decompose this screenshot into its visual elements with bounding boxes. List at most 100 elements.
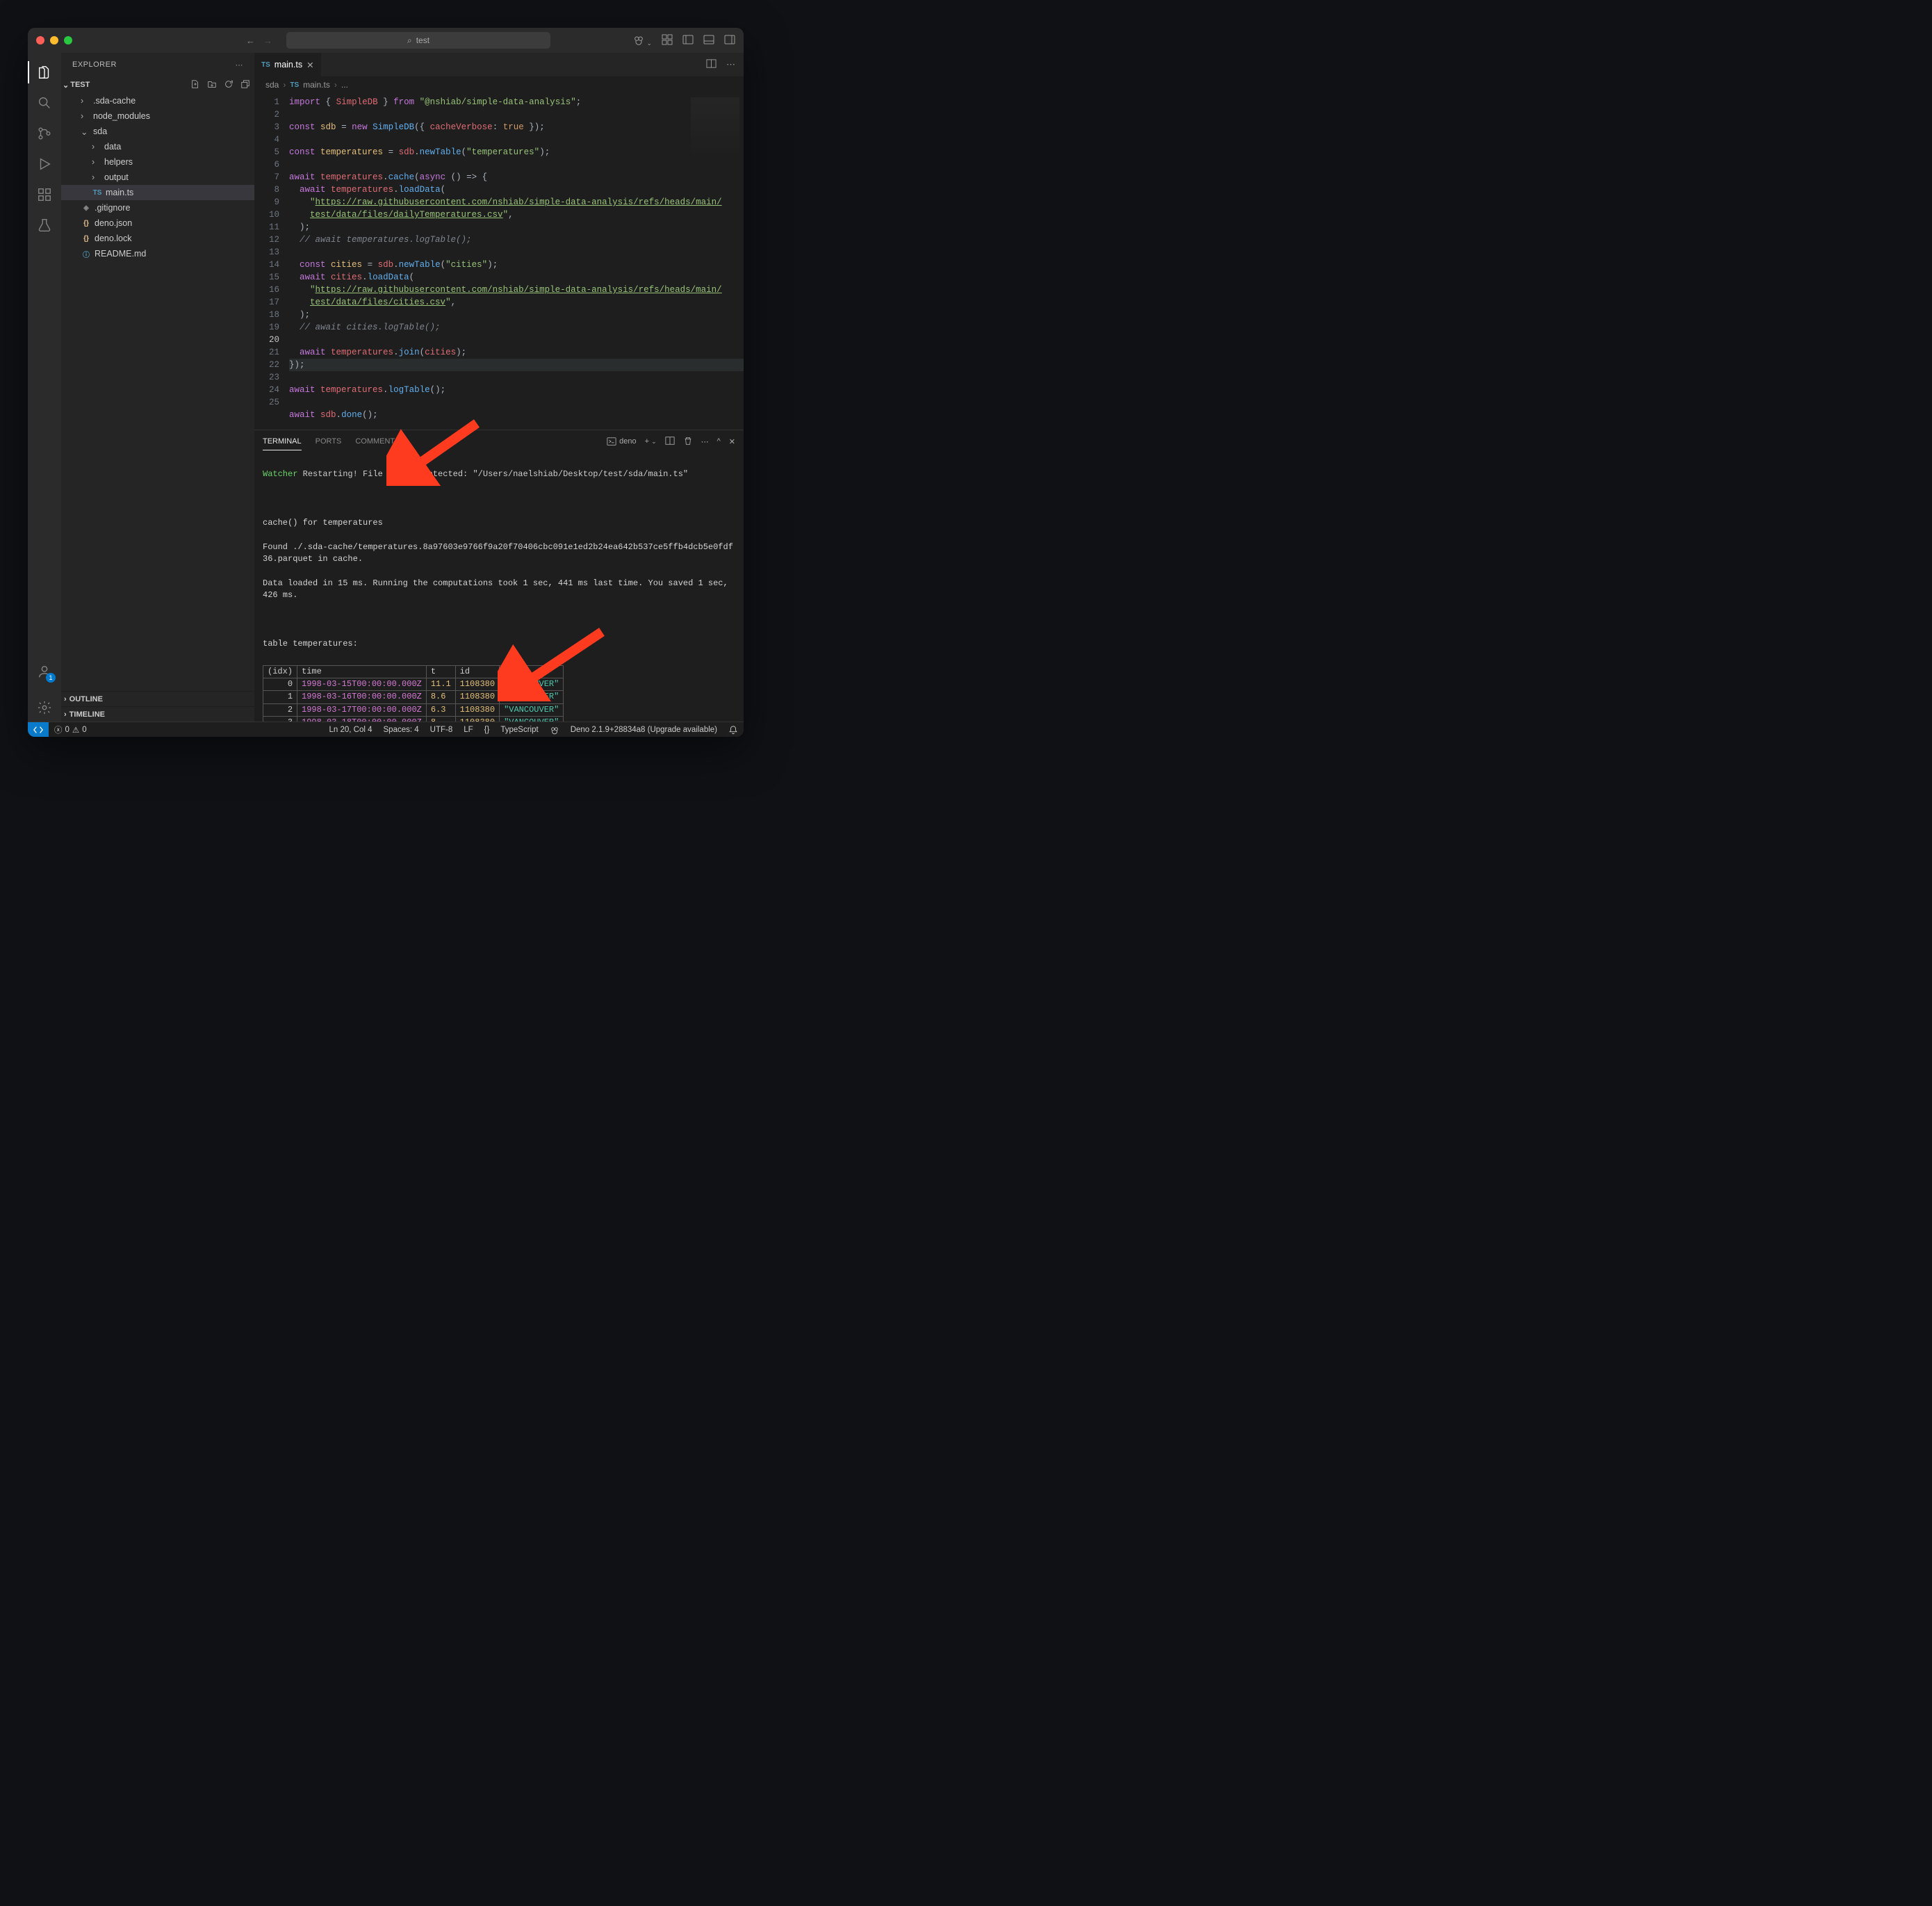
activity-scm-icon[interactable] <box>28 120 61 147</box>
close-window-button[interactable] <box>36 36 44 44</box>
panel-tab-terminal[interactable]: TERMINAL <box>263 437 302 450</box>
activity-bar: 1 <box>28 53 61 722</box>
ts-file-icon: TS <box>261 61 270 69</box>
search-text: test <box>416 35 429 45</box>
tab-main-ts[interactable]: TS main.ts ✕ <box>254 53 322 76</box>
cursor-position[interactable]: Ln 20, Col 4 <box>323 725 377 735</box>
problems-status[interactable]: ⓧ0 ⚠0 <box>49 724 92 735</box>
chevron-right-icon <box>92 142 101 152</box>
command-center-search[interactable]: ⌕ test <box>286 32 550 49</box>
notifications-icon[interactable] <box>723 725 744 735</box>
ts-file-icon: TS <box>290 81 299 89</box>
tree-item-sda[interactable]: sda <box>61 124 254 139</box>
timeline-label: TIMELINE <box>69 710 105 719</box>
split-editor-icon[interactable] <box>706 58 717 71</box>
nav-back-icon[interactable]: ← <box>246 35 255 46</box>
window-controls <box>36 36 72 44</box>
maximize-panel-icon[interactable]: ^ <box>717 437 721 446</box>
maximize-window-button[interactable] <box>64 36 72 44</box>
chevron-right-icon <box>92 172 101 182</box>
timeline-section[interactable]: TIMELINE <box>61 706 254 722</box>
minimap[interactable] <box>691 97 739 160</box>
nav-forward-icon[interactable]: → <box>263 35 272 46</box>
crumb-file[interactable]: main.ts <box>303 80 330 90</box>
indent-status[interactable]: Spaces: 4 <box>378 725 425 735</box>
layout-grid-icon[interactable] <box>662 34 673 47</box>
activity-debug-icon[interactable] <box>28 150 61 178</box>
nav-arrows: ← → <box>246 35 272 46</box>
tree-item-output[interactable]: output <box>61 170 254 185</box>
encoding-status[interactable]: UTF-8 <box>425 725 459 735</box>
tree-item-data[interactable]: data <box>61 139 254 154</box>
deno-version[interactable]: Deno 2.1.9+28834a8 (Upgrade available) <box>565 725 723 735</box>
breadcrumb[interactable]: sda › TS main.ts › ... <box>254 76 744 93</box>
terminal-shell-label[interactable]: deno <box>607 437 636 446</box>
table-row: 31998-03-18T00:00:00.000Z81108380"VANCOU… <box>263 717 564 722</box>
crumb-folder[interactable]: sda <box>265 80 279 90</box>
status-bar: ⓧ0 ⚠0 Ln 20, Col 4 Spaces: 4 UTF-8 LF {}… <box>28 722 744 737</box>
tree-item--sda-cache[interactable]: .sda-cache <box>61 93 254 108</box>
tree-item-helpers[interactable]: helpers <box>61 154 254 170</box>
panel-more-icon[interactable]: ⋯ <box>701 437 709 446</box>
crumb-symbol[interactable]: ... <box>341 80 348 90</box>
annotation-arrow-2 <box>498 625 609 701</box>
toggle-panel-icon[interactable] <box>703 34 714 47</box>
search-icon: ⌕ <box>407 35 412 46</box>
activity-accounts-icon[interactable]: 1 <box>28 658 61 685</box>
file-icon: ◈ <box>81 204 92 212</box>
tree-item-label: node_modules <box>93 111 150 121</box>
tree-item-node-modules[interactable]: node_modules <box>61 108 254 124</box>
new-file-icon[interactable] <box>190 79 200 91</box>
tree-item-label: helpers <box>104 157 133 167</box>
tree-item-label: deno.json <box>95 218 132 228</box>
language-mode[interactable]: TypeScript <box>495 725 543 735</box>
title-bar: ← → ⌕ test ⌄ <box>28 28 744 53</box>
minimize-window-button[interactable] <box>50 36 58 44</box>
tree-item-deno-lock[interactable]: {}deno.lock <box>61 231 254 246</box>
outline-section[interactable]: OUTLINE <box>61 691 254 706</box>
editor-more-icon[interactable]: ⋯ <box>726 59 735 70</box>
activity-extensions-icon[interactable] <box>28 181 61 209</box>
editor-tabs: TS main.ts ✕ ⋯ <box>254 53 744 76</box>
close-tab-icon[interactable]: ✕ <box>306 60 313 70</box>
new-terminal-icon[interactable]: + ⌄ <box>645 437 657 446</box>
kill-terminal-icon[interactable] <box>683 436 693 448</box>
close-panel-icon[interactable]: ✕ <box>729 437 735 446</box>
code-content[interactable]: import { SimpleDB } from "@nshiab/simple… <box>289 93 744 430</box>
deno-status[interactable] <box>544 725 565 735</box>
copilot-icon[interactable]: ⌄ <box>633 34 652 47</box>
table-row: 21998-03-17T00:00:00.000Z6.31108380"VANC… <box>263 703 564 716</box>
tree-item--gitignore[interactable]: ◈.gitignore <box>61 200 254 215</box>
tree-item-label: main.ts <box>106 188 133 197</box>
collapse-all-icon[interactable] <box>240 79 250 91</box>
chevron-right-icon <box>64 710 67 719</box>
folder-root-header[interactable]: TEST <box>61 76 254 93</box>
refresh-icon[interactable] <box>224 79 234 91</box>
toggle-sidebar-icon[interactable] <box>682 34 694 47</box>
lang-icon[interactable]: {} <box>479 725 496 735</box>
remote-indicator[interactable] <box>28 722 49 737</box>
split-terminal-icon[interactable] <box>665 436 675 448</box>
file-icon: {} <box>81 220 92 227</box>
panel-tab-ports[interactable]: PORTS <box>316 437 342 446</box>
panel-tabs: TERMINAL PORTS COMMENTS deno + ⌄ ⋯ ^ ✕ <box>254 430 744 453</box>
activity-search-icon[interactable] <box>28 89 61 117</box>
tree-item-main-ts[interactable]: TSmain.ts <box>61 185 254 200</box>
tree-item-deno-json[interactable]: {}deno.json <box>61 215 254 231</box>
explorer-sidebar: EXPLORER ⋯ TEST .sda-cache node_modulessd… <box>61 53 254 722</box>
activity-settings-icon[interactable] <box>28 694 61 722</box>
editor-area: TS main.ts ✕ ⋯ sda › TS main.ts › ... 12… <box>254 53 744 722</box>
new-folder-icon[interactable] <box>207 79 217 91</box>
eol-status[interactable]: LF <box>458 725 478 735</box>
sidebar-more-icon[interactable]: ⋯ <box>236 60 244 70</box>
toggle-secondary-sidebar-icon[interactable] <box>724 34 735 47</box>
activity-explorer-icon[interactable] <box>28 58 61 86</box>
code-editor[interactable]: 1234567891011121314151617181920212223242… <box>254 93 744 430</box>
sidebar-title-row: EXPLORER ⋯ <box>61 53 254 76</box>
tree-item-readme-md[interactable]: ⓘREADME.md <box>61 246 254 261</box>
tree-item-label: README.md <box>95 249 146 259</box>
tree-item-label: data <box>104 142 121 152</box>
tree-item-label: .sda-cache <box>93 96 136 106</box>
activity-testing-icon[interactable] <box>28 211 61 239</box>
file-icon: {} <box>81 235 92 243</box>
